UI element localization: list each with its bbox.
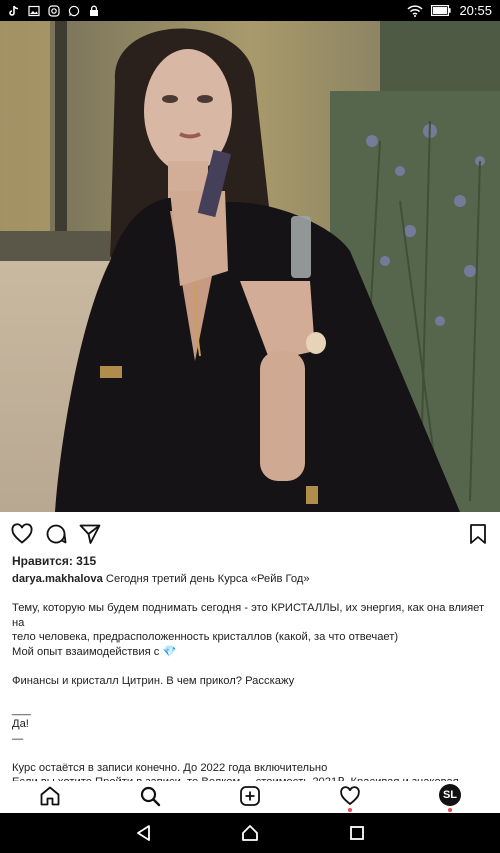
caption-line: Да! — [12, 718, 29, 730]
instagram-icon — [48, 4, 60, 17]
back-icon[interactable] — [135, 824, 153, 842]
search-icon[interactable] — [139, 785, 161, 807]
likes-count[interactable]: Нравится: 315 — [12, 554, 96, 568]
home-button-icon[interactable] — [241, 824, 259, 842]
wifi-icon — [407, 4, 423, 17]
activity-notification-dot — [348, 808, 352, 812]
caption-line: ___ — [12, 703, 31, 716]
post-caption: darya.makhalova Сегодня третий день Курс… — [12, 572, 488, 804]
status-left-icons — [8, 4, 100, 17]
caption-line: Мой опыт взаимодействия с 💎 — [12, 645, 177, 658]
system-navigation-bar — [0, 813, 500, 853]
status-right: 20:55 — [407, 3, 492, 18]
status-bar: 20:55 — [0, 0, 500, 21]
recents-icon[interactable] — [348, 824, 366, 842]
new-post-icon[interactable] — [239, 785, 261, 807]
like-heart-icon[interactable] — [10, 522, 34, 546]
battery-icon — [431, 5, 452, 16]
bottom-navigation: SL — [0, 781, 500, 813]
caption-line: тело человека, предрасположенность крист… — [12, 631, 399, 643]
post-panel: Нравится: 315 darya.makhalova Сегодня тр… — [0, 512, 500, 803]
share-icon[interactable] — [78, 522, 102, 546]
post-actions — [0, 512, 500, 554]
caption-username[interactable]: darya.makhalova — [12, 573, 103, 585]
caption-line: — — [12, 732, 24, 745]
caption-line: Тему, которую мы будем поднимать сегодня… — [12, 602, 485, 629]
caption-line: Курс остаётся в записи конечно. До 2022 … — [12, 761, 328, 774]
caption-line: Финансы и кристалл Цитрин. В чем прикол?… — [12, 674, 295, 687]
post-photo[interactable] — [0, 21, 500, 512]
profile-avatar[interactable]: SL — [439, 784, 461, 806]
home-icon[interactable] — [39, 785, 61, 807]
caption-first-line: darya.makhalova Сегодня третий день Курс… — [12, 572, 488, 587]
activity-heart-icon[interactable] — [339, 785, 361, 807]
profile-notification-dot — [448, 808, 452, 812]
bookmark-icon[interactable] — [466, 522, 490, 546]
comment-icon[interactable] — [44, 522, 68, 546]
status-time: 20:55 — [459, 3, 492, 18]
tiktok-icon — [9, 5, 19, 16]
image-icon — [28, 5, 40, 16]
post-image — [0, 21, 500, 512]
caption-intro: Сегодня третий день Курса «Рейв Год» — [102, 573, 310, 585]
lock-icon — [90, 5, 98, 16]
whatsapp-icon — [68, 5, 80, 16]
